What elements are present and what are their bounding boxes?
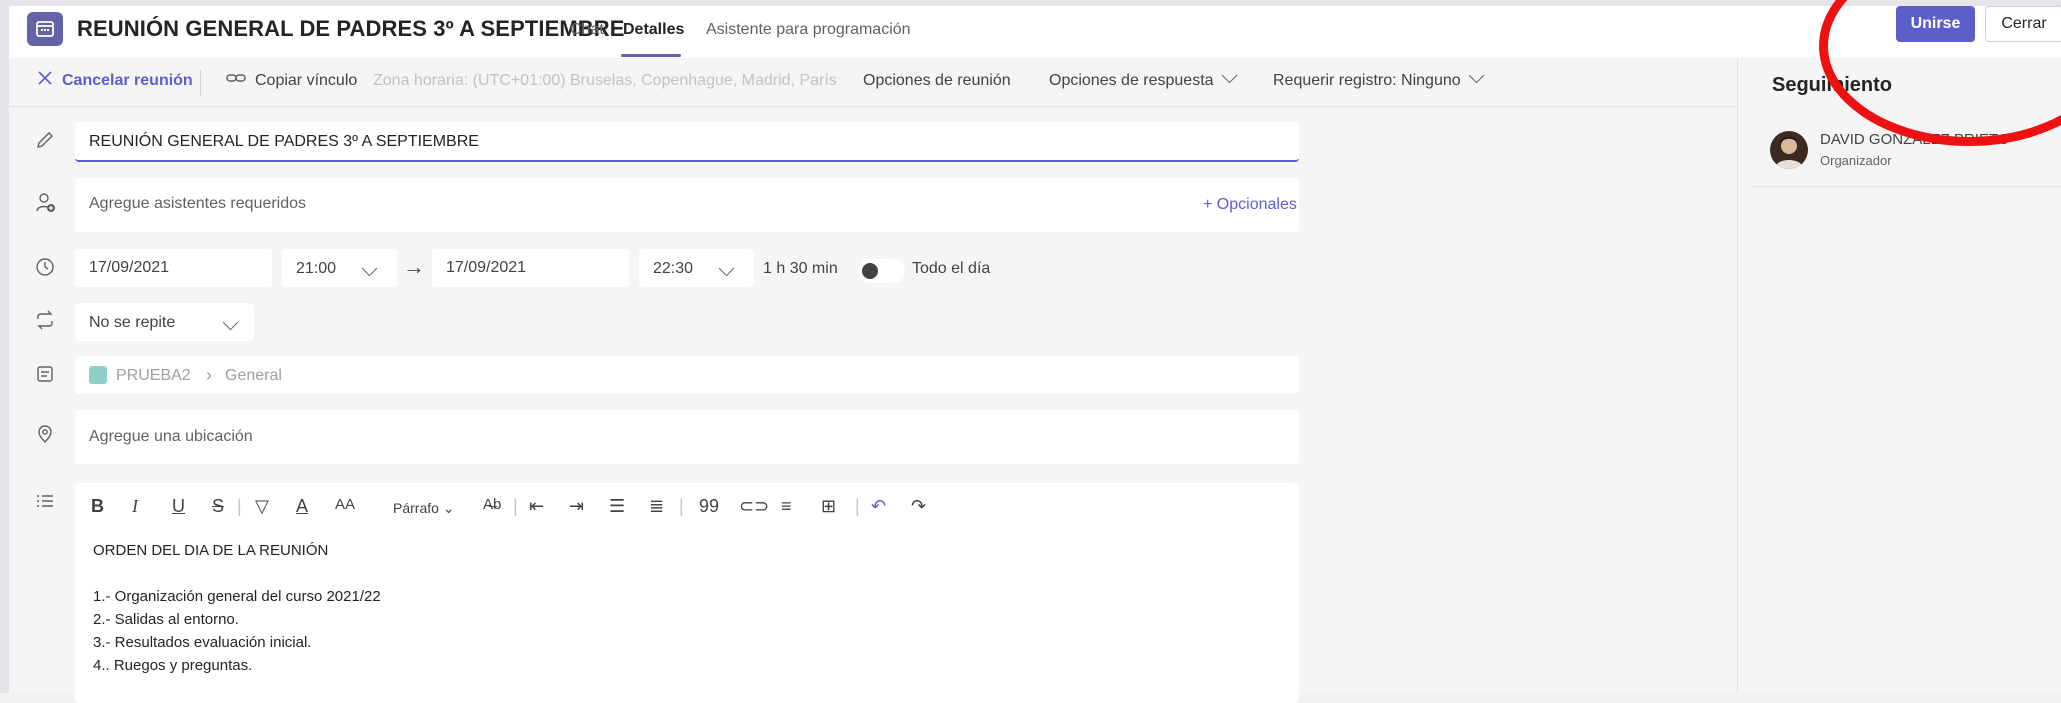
start-time-select[interactable]: 21:00 (282, 249, 397, 287)
tab-scheduling-assistant[interactable]: Asistente para programación (706, 21, 911, 39)
underline-button[interactable]: U (172, 496, 185, 517)
optional-attendees-link[interactable]: + Opcionales (1203, 196, 1297, 214)
meeting-title: REUNIÓN GENERAL DE PADRES 3º A SEPTIEMBR… (77, 16, 625, 41)
chevron-down-icon (361, 260, 378, 277)
editor-line: 3.- Resultados evaluación inicial. (93, 634, 312, 651)
response-options-dropdown[interactable]: Opciones de respuesta (1049, 67, 1237, 90)
active-tab-indicator (621, 54, 681, 57)
close-button[interactable]: Cerrar (1985, 6, 2061, 42)
attendees-input[interactable]: Agregue asistentes requeridos + Opcional… (75, 178, 1299, 232)
end-date-input[interactable]: 17/09/2021 (432, 249, 629, 287)
pencil-icon (35, 130, 57, 152)
registration-label: Requerir registro: Ninguno (1273, 72, 1461, 89)
toolbar-divider: | (237, 496, 242, 516)
avatar[interactable] (1770, 131, 1808, 169)
start-time-value: 21:00 (296, 260, 337, 277)
meeting-options-button[interactable]: Opciones de reunión (863, 72, 1011, 90)
meeting-window: REUNIÓN GENERAL DE PADRES 3º A SEPTIEMBR… (9, 0, 2061, 703)
add-person-icon (35, 192, 57, 214)
title-input[interactable]: REUNIÓN GENERAL DE PADRES 3º A SEPTIEMBR… (75, 122, 1299, 162)
window-frame-left (0, 0, 9, 693)
organizer-name: DAVID GONZALEZ PRIETO (1820, 131, 2010, 148)
toolbar-divider: | (679, 496, 684, 516)
end-date-value: 17/09/2021 (446, 259, 527, 276)
chevron-down-icon (222, 314, 239, 331)
response-options-label: Opciones de respuesta (1049, 72, 1214, 89)
meeting-toolbar: Cancelar reunión Copiar vínculo Zona hor… (9, 58, 1737, 107)
divider (1752, 186, 2061, 187)
toolbar-divider (200, 70, 201, 96)
paragraph-select[interactable]: Párrafo ⌄ (393, 500, 455, 517)
font-color-icon[interactable]: A (296, 496, 308, 517)
undo-icon[interactable]: ↶ (871, 496, 886, 517)
decrease-indent-icon[interactable]: ⇤ (529, 496, 544, 517)
location-placeholder: Agregue una ubicación (89, 428, 253, 445)
copy-link-button[interactable]: Copiar vínculo (255, 72, 357, 90)
repeat-select[interactable]: No se repite (75, 303, 254, 341)
channel-team: PRUEBA2 (116, 367, 191, 384)
repeat-value: No se repite (89, 314, 176, 331)
location-icon (35, 424, 57, 446)
horizontal-rule-icon[interactable]: ≡ (781, 496, 792, 517)
timezone-label: Zona horaria: (UTC+01:00) Bruselas, Cope… (373, 72, 837, 89)
start-date-value: 17/09/2021 (89, 259, 170, 276)
organizer-role: Organizador (1820, 153, 1892, 168)
chevron-down-icon (1468, 67, 1484, 84)
all-day-label: Todo el día (912, 260, 991, 277)
quote-icon[interactable]: 99 (699, 496, 719, 517)
bulleted-list-icon[interactable]: ☰ (609, 496, 625, 517)
italic-button[interactable]: I (132, 496, 138, 517)
cancel-meeting-button[interactable]: Cancelar reunión (62, 72, 193, 90)
chevron-down-icon (1221, 67, 1237, 84)
clear-format-icon[interactable]: A̶b (483, 496, 501, 513)
chevron-right-icon: › (206, 365, 212, 385)
tracking-title: Seguimiento (1772, 74, 1893, 96)
bold-button[interactable]: B (91, 496, 104, 517)
attendees-placeholder: Agregue asistentes requeridos (89, 195, 307, 212)
paragraph-label: Párrafo (393, 500, 439, 516)
table-icon[interactable]: ⊞ (821, 496, 836, 517)
title-input-value: REUNIÓN GENERAL DE PADRES 3º A SEPTIEMBR… (89, 133, 479, 150)
location-input[interactable]: Agregue una ubicación (75, 410, 1299, 464)
editor-line: ORDEN DEL DIA DE LA REUNIÓN (93, 542, 329, 559)
registration-dropdown[interactable]: Requerir registro: Ninguno (1273, 67, 1484, 90)
join-button[interactable]: Unirse (1896, 6, 1975, 42)
list-details-icon (35, 494, 57, 516)
repeat-icon (35, 310, 57, 332)
end-time-select[interactable]: 22:30 (639, 249, 754, 287)
start-date-input[interactable]: 17/09/2021 (75, 249, 272, 287)
channel-field: PRUEBA2 › General (75, 356, 1299, 394)
all-day-toggle[interactable] (859, 259, 905, 283)
numbered-list-icon[interactable]: ≣ (649, 496, 664, 517)
editor-line: 2.- Salidas al entorno. (93, 611, 239, 628)
clock-icon (35, 257, 57, 279)
arrow-right-icon: → (403, 254, 425, 279)
calendar-icon (27, 12, 63, 46)
font-size-icon[interactable]: AA (335, 496, 355, 513)
team-avatar-icon (89, 366, 107, 384)
link-icon[interactable] (226, 70, 246, 91)
chevron-down-icon (718, 260, 735, 277)
strikethrough-button[interactable]: S (212, 496, 224, 517)
editor-line: 4.. Ruegos y preguntas. (93, 657, 253, 674)
toolbar-divider: | (855, 496, 860, 516)
toggle-knob (862, 263, 878, 279)
toolbar-divider: | (513, 496, 518, 516)
header-bar: REUNIÓN GENERAL DE PADRES 3º A SEPTIEMBR… (9, 6, 2061, 58)
highlight-icon[interactable]: ▽ (255, 496, 269, 517)
increase-indent-icon[interactable]: ⇥ (569, 496, 584, 517)
tab-chat[interactable]: Chat (570, 21, 604, 39)
editor-line: 1.- Organización general del curso 2021/… (93, 588, 381, 605)
tab-details[interactable]: Detalles (623, 21, 684, 39)
channel-name: General (225, 367, 282, 384)
cancel-icon[interactable] (37, 70, 53, 91)
link-icon[interactable]: ⊂⊃ (739, 496, 769, 517)
tracking-panel: Seguimiento DAVID GONZALEZ PRIETO Organi… (1737, 58, 2061, 693)
duration-label: 1 h 30 min (763, 260, 838, 277)
redo-icon[interactable]: ↷ (911, 496, 926, 517)
end-time-value: 22:30 (653, 260, 694, 277)
channel-icon (35, 364, 57, 386)
